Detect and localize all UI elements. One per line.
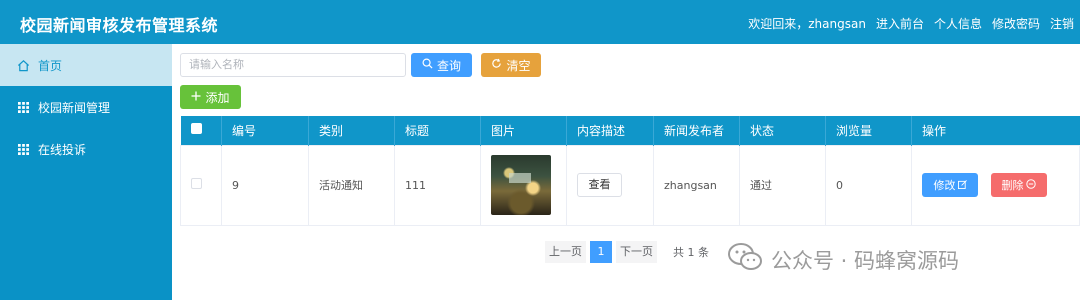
search-input[interactable] bbox=[180, 53, 406, 77]
description-cell: 查看 bbox=[566, 144, 654, 226]
column-header: 新闻发布者 bbox=[653, 116, 740, 145]
table-row: 9 活动通知 111 查看 zhangsan 通过 0 修改 删除 bbox=[180, 144, 1080, 226]
news-table: 编号 类别 标题 图片 内容描述 新闻发布者 状态 浏览量 操作 9 活动通知 … bbox=[180, 116, 1080, 226]
news-thumbnail[interactable] bbox=[491, 155, 551, 215]
edit-button-label: 修改 bbox=[933, 179, 956, 192]
row-select-cell bbox=[180, 144, 222, 226]
refresh-icon bbox=[491, 58, 502, 72]
delete-button-label: 删除 bbox=[1001, 179, 1024, 192]
add-button[interactable]: 添加 bbox=[180, 85, 241, 109]
column-header: 图片 bbox=[480, 116, 567, 145]
profile-link[interactable]: 个人信息 bbox=[934, 15, 982, 32]
welcome-text: 欢迎回来，zhangsan bbox=[748, 17, 866, 31]
view-button[interactable]: 查看 bbox=[577, 173, 622, 197]
sidebar-item-news-management[interactable]: 校园新闻管理 bbox=[0, 86, 172, 128]
total-count: 共 1 条 bbox=[673, 246, 709, 259]
main-content: 查询 清空 添加 编号 类别 标题 图片 内容描述 新闻发布者 状态 浏览量 操… bbox=[172, 44, 1080, 300]
sidebar: 首页 校园新闻管理 在线投诉 bbox=[0, 44, 172, 300]
logout-link[interactable]: 注销 bbox=[1050, 15, 1074, 32]
sidebar-item-home[interactable]: 首页 bbox=[0, 44, 172, 86]
select-all-checkbox[interactable] bbox=[190, 123, 202, 135]
search-icon bbox=[422, 58, 433, 72]
page-number-button[interactable]: 1 bbox=[590, 241, 612, 263]
clear-button[interactable]: 清空 bbox=[481, 53, 541, 77]
table-header-row: 编号 类别 标题 图片 内容描述 新闻发布者 状态 浏览量 操作 bbox=[180, 116, 1080, 145]
edit-button[interactable]: 修改 bbox=[922, 173, 978, 197]
plus-icon bbox=[191, 90, 201, 104]
column-header: 状态 bbox=[739, 116, 826, 145]
column-header: 浏览量 bbox=[825, 116, 912, 145]
publisher-cell: zhangsan bbox=[653, 144, 740, 226]
grid-icon bbox=[16, 100, 30, 114]
sidebar-item-label: 在线投诉 bbox=[38, 142, 87, 157]
header-nav: 欢迎回来，zhangsan 进入前台 个人信息 修改密码 注销 bbox=[748, 15, 1074, 32]
column-header: 操作 bbox=[911, 116, 1080, 145]
grid-icon bbox=[16, 142, 30, 156]
add-button-label: 添加 bbox=[205, 90, 230, 105]
category-cell: 活动通知 bbox=[308, 144, 395, 226]
id-cell: 9 bbox=[221, 144, 309, 226]
enter-frontend-link[interactable]: 进入前台 bbox=[876, 15, 924, 32]
views-cell: 0 bbox=[825, 144, 912, 226]
title-cell: 111 bbox=[394, 144, 481, 226]
search-button-label: 查询 bbox=[436, 58, 461, 73]
status-cell: 通过 bbox=[739, 144, 826, 226]
row-checkbox[interactable] bbox=[191, 178, 202, 189]
edit-icon bbox=[957, 179, 967, 192]
column-header: 类别 bbox=[308, 116, 395, 145]
watermark-text: 公众号 · 码蜂窝源码 bbox=[771, 248, 960, 273]
select-all-header bbox=[180, 116, 222, 145]
top-header: 校园新闻审核发布管理系统 欢迎回来，zhangsan 进入前台 个人信息 修改密… bbox=[0, 0, 1080, 44]
app-title: 校园新闻审核发布管理系统 bbox=[20, 16, 219, 35]
pagination: 上一页 1 下一页 共 1 条 bbox=[545, 241, 709, 263]
column-header: 内容描述 bbox=[566, 116, 654, 145]
image-cell bbox=[480, 144, 567, 226]
prev-page-button[interactable]: 上一页 bbox=[545, 241, 586, 263]
sidebar-item-complaints[interactable]: 在线投诉 bbox=[0, 128, 172, 170]
actions-cell: 修改 删除 bbox=[911, 144, 1080, 226]
sidebar-item-label: 首页 bbox=[38, 58, 63, 73]
column-header: 编号 bbox=[221, 116, 309, 145]
column-header: 标题 bbox=[394, 116, 481, 145]
wechat-icon bbox=[727, 242, 763, 277]
delete-button[interactable]: 删除 bbox=[990, 173, 1047, 197]
next-page-button[interactable]: 下一页 bbox=[616, 241, 657, 263]
home-icon bbox=[16, 58, 30, 72]
change-password-link[interactable]: 修改密码 bbox=[992, 15, 1040, 32]
watermark: 公众号 · 码蜂窝源码 bbox=[727, 242, 959, 277]
search-button[interactable]: 查询 bbox=[411, 53, 472, 77]
clear-button-label: 清空 bbox=[506, 58, 531, 73]
sidebar-item-label: 校园新闻管理 bbox=[38, 100, 111, 115]
remove-circle-icon bbox=[1025, 178, 1036, 192]
